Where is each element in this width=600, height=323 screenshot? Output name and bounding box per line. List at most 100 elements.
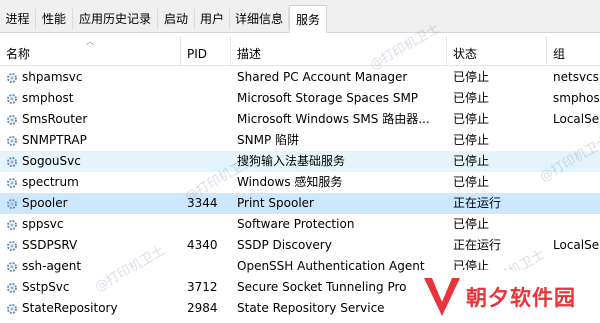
service-name-cell: Spooler: [6, 193, 196, 214]
tab-performance[interactable]: 性能: [36, 9, 73, 30]
service-status: 已停止: [453, 217, 490, 231]
gear-icon: [7, 304, 17, 314]
column-header-description[interactable]: 描述: [231, 36, 447, 65]
gear-icon: [7, 94, 17, 104]
service-description: Secure Socket Tunneling Pro: [237, 280, 407, 294]
service-name: SmsRouter: [22, 112, 88, 126]
service-status: 已停止: [453, 154, 490, 168]
service-name: SSDPSRV: [22, 238, 78, 252]
table-row[interactable]: shpamsvc Shared PC Account Manager 已停止 n…: [0, 67, 600, 88]
gear-icon: [7, 178, 17, 188]
service-pid: [187, 256, 231, 277]
column-header-name[interactable]: ︿ 名称: [0, 36, 181, 65]
service-name: ssh-agent: [22, 259, 82, 273]
service-description: Print Spooler: [237, 196, 314, 210]
table-row[interactable]: SmsRouter Microsoft Windows SMS 路由器... 已…: [0, 109, 600, 130]
service-group: LocalSer: [553, 238, 600, 252]
gear-icon: [7, 262, 17, 272]
service-name-cell: sppsvc: [6, 214, 196, 235]
tab-services[interactable]: 服务: [289, 5, 327, 33]
column-header-status[interactable]: 状态: [447, 36, 547, 65]
service-name-cell: ssh-agent: [6, 256, 196, 277]
column-header-status-label: 状态: [453, 47, 478, 61]
table-row-selected[interactable]: Spooler 3344 Print Spooler 正在运行: [0, 193, 600, 214]
table-row[interactable]: SogouSvc 搜狗输入法基础服务 已停止: [0, 151, 600, 172]
service-pid: [187, 130, 231, 151]
service-group: [553, 193, 600, 214]
service-status: 已停止: [453, 175, 490, 189]
service-name: shpamsvc: [22, 70, 83, 84]
service-name-cell: SstpSvc: [6, 277, 196, 298]
service-pid: [187, 172, 231, 193]
logo-text: 朝夕软件园: [466, 286, 576, 310]
service-group: smphost: [553, 91, 600, 105]
column-header-description-label: 描述: [237, 47, 262, 61]
service-pid: [187, 88, 231, 109]
column-header-pid[interactable]: PID: [181, 36, 231, 65]
service-group: LocalSer: [553, 112, 600, 126]
service-name: StateRepository: [22, 301, 118, 315]
service-name-cell: StateRepository: [6, 298, 196, 319]
service-description: OpenSSH Authentication Agent: [237, 259, 425, 273]
table-row[interactable]: smphost Microsoft Storage Spaces SMP 已停止…: [0, 88, 600, 109]
service-description: Microsoft Storage Spaces SMP: [237, 91, 419, 105]
column-header-group[interactable]: 组: [547, 36, 600, 65]
service-pid: [187, 67, 231, 88]
service-description: Shared PC Account Manager: [237, 70, 408, 84]
service-pid: [187, 109, 231, 130]
table-row[interactable]: SNMPTRAP SNMP 陷阱 已停止: [0, 130, 600, 151]
gear-icon: [7, 157, 17, 167]
gear-icon: [7, 73, 17, 83]
service-name-cell: SmsRouter: [6, 109, 196, 130]
service-pid: 3344: [187, 196, 218, 210]
service-pid: 4340: [187, 238, 218, 252]
sort-ascending-icon: ︿: [86, 37, 94, 46]
table-row[interactable]: sppsvc Software Protection 已停止: [0, 214, 600, 235]
service-name-cell: SogouSvc: [6, 151, 196, 172]
service-name-cell: spectrum: [6, 172, 196, 193]
tab-startup[interactable]: 启动: [158, 9, 195, 30]
service-pid: [187, 214, 231, 235]
service-description: Windows 感知服务: [237, 175, 343, 189]
service-pid: [187, 151, 231, 172]
service-pid: 3712: [187, 280, 218, 294]
service-name-cell: SNMPTRAP: [6, 130, 196, 151]
service-name: SNMPTRAP: [22, 133, 87, 147]
table-row[interactable]: SSDPSRV 4340 SSDP Discovery 正在运行 LocalSe…: [0, 235, 600, 256]
service-group: [553, 172, 600, 193]
column-header-name-label: 名称: [6, 47, 31, 61]
service-group: netsvcs: [553, 70, 599, 84]
site-logo: 朝夕软件园: [418, 270, 600, 323]
service-name: Spooler: [22, 196, 68, 210]
service-name: sppsvc: [22, 217, 64, 231]
tab-strip: 进程 性能 应用历史记录 启动 用户 详细信息 服务: [0, 0, 600, 33]
service-description: SSDP Discovery: [237, 238, 332, 252]
tab-app-history[interactable]: 应用历史记录: [73, 9, 158, 30]
service-status: 已停止: [453, 112, 490, 126]
service-status: 正在运行: [453, 196, 502, 210]
service-name-cell: shpamsvc: [6, 67, 196, 88]
service-status: 已停止: [453, 133, 490, 147]
service-name: SstpSvc: [22, 280, 70, 294]
service-description: Software Protection: [237, 217, 355, 231]
service-name: smphost: [22, 91, 74, 105]
service-name-cell: SSDPSRV: [6, 235, 196, 256]
service-description: SNMP 陷阱: [237, 133, 299, 147]
column-header-row: ︿ 名称 PID 描述 状态 组: [0, 36, 600, 66]
service-status: 已停止: [453, 70, 490, 84]
tab-users[interactable]: 用户: [195, 9, 230, 30]
gear-icon: [7, 283, 17, 293]
service-group: [553, 151, 600, 172]
checkmark-logo-icon: [424, 278, 460, 316]
tab-details[interactable]: 详细信息: [230, 9, 289, 30]
column-header-pid-label: PID: [187, 47, 208, 61]
service-status: 已停止: [453, 91, 490, 105]
service-group: [553, 214, 600, 235]
table-row[interactable]: spectrum Windows 感知服务 已停止: [0, 172, 600, 193]
service-name: SogouSvc: [22, 154, 81, 168]
tab-processes[interactable]: 进程: [0, 9, 36, 30]
service-description: 搜狗输入法基础服务: [237, 154, 346, 168]
service-pid: 2984: [187, 301, 218, 315]
service-description: State Repository Service: [237, 301, 385, 315]
gear-icon: [7, 220, 17, 230]
